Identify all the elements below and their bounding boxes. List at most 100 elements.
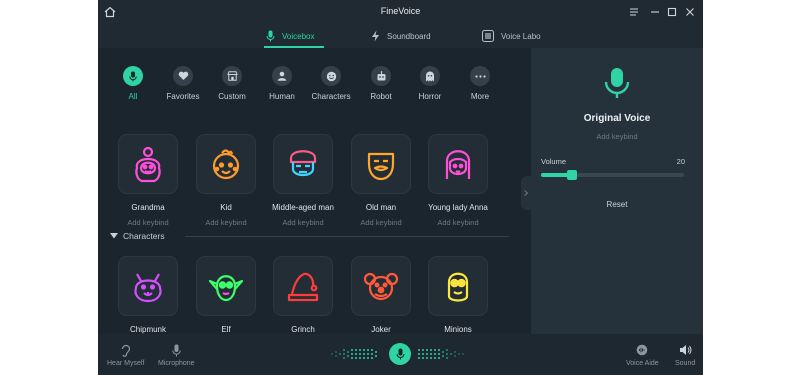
tab-label: Voicebox — [282, 31, 315, 41]
volume-slider[interactable] — [541, 170, 684, 180]
sound-button[interactable]: Sound — [675, 343, 695, 367]
voice-card-middle-aged-man[interactable]: Middle-aged man Add keybind — [263, 134, 343, 227]
waveform-left-icon — [331, 349, 377, 359]
waveform-right-icon — [418, 349, 464, 359]
mic-icon — [266, 30, 275, 42]
grinch-hat-icon — [287, 272, 319, 302]
category-label: Robot — [370, 92, 392, 101]
add-keybind-link[interactable]: Add keybind — [341, 218, 421, 227]
mic-icon — [129, 71, 137, 81]
menu-icon[interactable] — [627, 5, 641, 19]
voice-name: Kid — [220, 203, 232, 212]
add-keybind-link[interactable]: Add keybind — [186, 218, 266, 227]
voice-name: Elf — [221, 325, 231, 334]
voice-name: Grandma — [131, 203, 165, 212]
voice-card-kid[interactable]: Kid Add keybind — [186, 134, 266, 227]
microphone-label: Microphone — [158, 360, 195, 367]
tab-label: Voice Labo — [501, 31, 541, 41]
microphone-button[interactable]: Microphone — [158, 343, 195, 367]
chevron-down-icon — [110, 233, 118, 239]
category-label: More — [470, 92, 490, 101]
hear-myself-label: Hear Myself — [107, 360, 145, 367]
joker-icon — [363, 272, 399, 301]
voice-aide-icon — [637, 344, 648, 356]
mic-icon — [396, 348, 404, 360]
voice-card-elf[interactable]: Elf — [186, 256, 266, 334]
person-icon — [277, 71, 287, 81]
chevron-right-icon — [524, 190, 528, 196]
category-custom[interactable]: Custom — [210, 66, 254, 101]
speaker-icon — [679, 345, 692, 355]
voice-list-panel: All Favorites Custom Human Characters Ro… — [98, 48, 531, 334]
selected-voice-title: Original Voice — [583, 113, 651, 124]
add-keybind-link[interactable]: Add keybind — [418, 218, 498, 227]
volume-label: Volume — [541, 157, 567, 166]
voice-name: Joker — [371, 325, 391, 334]
collapse-panel-handle[interactable] — [521, 176, 531, 210]
elf-icon — [208, 275, 244, 302]
volume-value: 20 — [676, 157, 685, 166]
section-characters-header[interactable]: Characters — [110, 230, 509, 244]
voice-card-young-lady-anna[interactable]: Young lady Anna Add keybind — [418, 134, 498, 227]
main-mic-button[interactable] — [389, 343, 411, 365]
category-horror[interactable]: Horror — [408, 66, 452, 101]
section-label: Characters — [123, 231, 165, 241]
category-label: Favorites — [166, 92, 200, 101]
voice-card-grinch[interactable]: Grinch — [263, 256, 343, 334]
ghost-icon — [426, 71, 434, 81]
title-bar: FineVoice — [98, 0, 703, 24]
minimize-icon[interactable] — [648, 5, 662, 19]
voice-card-grandma[interactable]: Grandma Add keybind — [108, 134, 188, 227]
category-more[interactable]: More — [458, 66, 502, 101]
voice-card-old-man[interactable]: Old man Add keybind — [341, 134, 421, 227]
maximize-icon[interactable] — [665, 5, 679, 19]
voice-name: Minions — [444, 325, 472, 334]
voice-name: Chipmunk — [129, 325, 166, 334]
equalizer-icon — [482, 30, 494, 42]
chipmunk-icon — [134, 273, 162, 303]
bottom-bar: Hear Myself Microphone Voice Aide Sound — [98, 334, 703, 375]
category-human[interactable]: Human — [260, 66, 304, 101]
selected-voice-panel: Original Voice Add keybind Volume 20 Res… — [521, 48, 703, 334]
category-characters[interactable]: Characters — [309, 66, 353, 101]
add-keybind-link[interactable]: Add keybind — [531, 132, 703, 141]
ear-icon — [121, 344, 130, 357]
top-tabs: Voicebox Soundboard Voice Labo — [98, 24, 703, 48]
kid-icon — [212, 149, 240, 180]
volume-slider-knob[interactable] — [567, 170, 578, 180]
tab-voicebox[interactable]: Voicebox — [266, 28, 314, 44]
old-man-icon — [367, 152, 395, 181]
reset-button[interactable]: Reset — [531, 200, 703, 209]
lightning-icon — [372, 30, 379, 42]
more-dots-icon — [474, 74, 486, 78]
add-keybind-link[interactable]: Add keybind — [263, 218, 343, 227]
voice-aide-button[interactable]: Voice Aide — [626, 343, 659, 367]
hear-myself-button[interactable]: Hear Myself — [107, 343, 144, 367]
grandma-icon — [135, 146, 161, 183]
young-lady-icon — [445, 150, 471, 179]
voice-name: Old man — [365, 203, 397, 212]
voice-name: Young lady Anna — [428, 203, 488, 212]
tab-soundboard[interactable]: Soundboard — [371, 28, 431, 44]
heart-icon — [178, 71, 188, 80]
original-voice-mic-icon — [604, 68, 630, 98]
category-robot[interactable]: Robot — [359, 66, 403, 101]
tab-voice-labo[interactable]: Voice Labo — [482, 28, 541, 44]
middle-aged-man-icon — [289, 150, 317, 177]
close-icon[interactable] — [683, 5, 697, 19]
add-keybind-link[interactable]: Add keybind — [108, 218, 188, 227]
voice-name: Middle-aged man — [272, 203, 334, 212]
voice-card-minions[interactable]: Minions — [418, 256, 498, 334]
category-label: Horror — [418, 92, 442, 101]
category-label: Human — [269, 92, 295, 101]
shop-icon — [226, 71, 238, 81]
app-title: FineVoice — [380, 6, 421, 16]
microphone-icon — [172, 344, 181, 356]
category-all[interactable]: All — [111, 66, 155, 101]
category-favorites[interactable]: Favorites — [161, 66, 205, 101]
tab-label: Soundboard — [387, 31, 431, 41]
voice-card-joker[interactable]: Joker — [341, 256, 421, 334]
voice-card-chipmunk[interactable]: Chipmunk — [108, 256, 188, 334]
voice-aide-label: Voice Aide — [626, 360, 659, 367]
robot-icon — [377, 70, 385, 80]
